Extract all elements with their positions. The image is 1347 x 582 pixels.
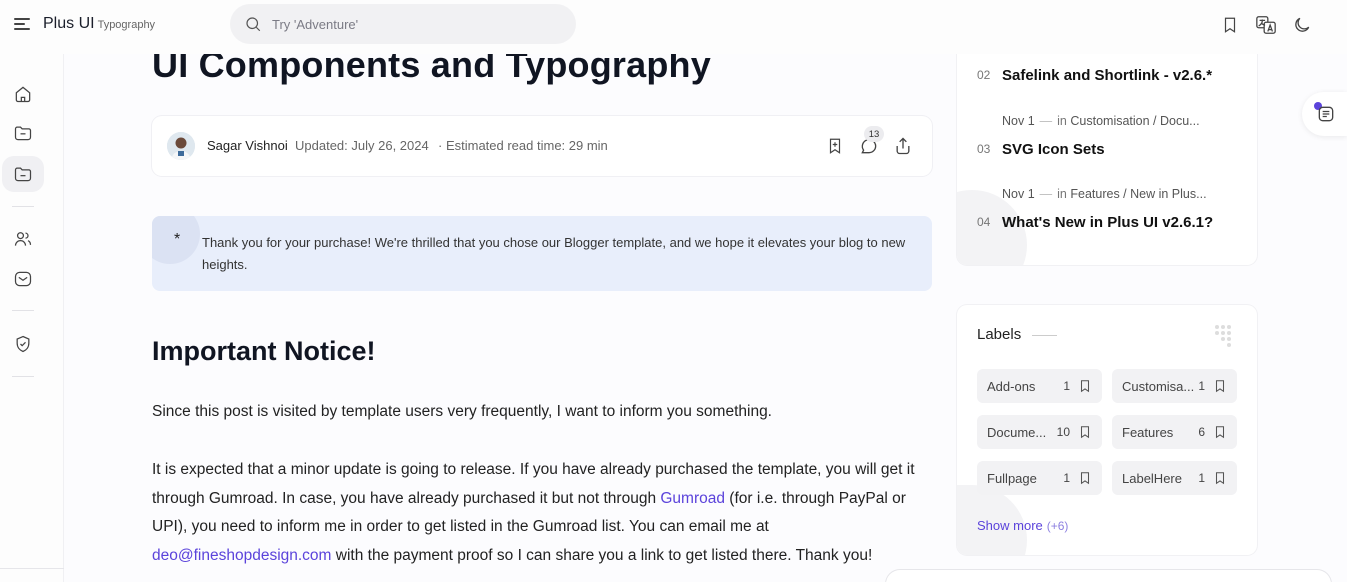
post-number: 03 [977, 142, 991, 156]
header-actions [1219, 14, 1313, 36]
note-text: Thank you for your purchase! We're thril… [202, 235, 906, 272]
post-in: in [1057, 114, 1067, 128]
label-count: 6 [1198, 425, 1205, 439]
bottom-panel [886, 570, 1331, 582]
search-icon [246, 17, 261, 32]
post-category[interactable]: Features / New in Plus... [1070, 187, 1206, 201]
rail-divider [12, 376, 34, 377]
post-number: 04 [977, 215, 991, 229]
bookmark-add-icon[interactable] [823, 134, 847, 158]
section-heading: Important Notice! [152, 336, 376, 366]
label-name: Add-ons [987, 379, 1036, 394]
avatar[interactable] [167, 132, 195, 160]
label-count: 1 [1198, 379, 1205, 393]
post-meta: Nov 1— in Customisation / Docu... [1002, 114, 1200, 128]
label-chip[interactable]: Features 6 [1112, 415, 1237, 449]
label-chip[interactable]: Fullpage 1 [977, 461, 1102, 495]
label-chip[interactable]: Docume... 10 [977, 415, 1102, 449]
show-more-label: Show more [977, 518, 1043, 533]
author-name[interactable]: Sagar Vishnoi [207, 138, 288, 153]
label-name: LabelHere [1122, 471, 1182, 486]
folder-icon[interactable] [2, 115, 44, 151]
label-count: 1 [1063, 379, 1070, 393]
rail-divider [12, 206, 34, 207]
brand-name[interactable]: Plus UI [43, 15, 95, 32]
translate-icon[interactable] [1255, 14, 1277, 36]
bookmark-icon [1215, 380, 1225, 393]
dark-mode-icon[interactable] [1291, 14, 1313, 36]
label-name: Docume... [987, 425, 1047, 440]
label-chip[interactable]: LabelHere 1 [1112, 461, 1237, 495]
popular-posts-card: 02 Safelink and Shortlink - v2.6.* Nov 1… [957, 40, 1257, 265]
site-brand[interactable]: Plus UI Typography [43, 15, 155, 33]
paragraph-text: with the payment proof so I can share yo… [331, 546, 873, 564]
labels-card: Labels Add-ons 1 Customisa... 1 Docume..… [957, 305, 1257, 555]
post-date: Nov 1 [1002, 187, 1035, 201]
post-link[interactable]: SVG Icon Sets [1002, 141, 1105, 158]
label-count: 10 [1056, 425, 1070, 439]
paragraph: Since this post is visited by template u… [152, 403, 772, 420]
bookmark-icon [1215, 426, 1225, 439]
post-in: in [1057, 187, 1067, 201]
dots-decoration-icon [1215, 325, 1237, 347]
label-name: Features [1122, 425, 1174, 440]
post-link[interactable]: What's New in Plus UI v2.6.1? [1002, 214, 1213, 231]
email-link[interactable]: deo@fineshopdesign.com [152, 547, 331, 564]
home-icon[interactable] [2, 76, 44, 112]
read-time: · Estimated read time: 29 min [438, 138, 608, 153]
toc-button[interactable] [1302, 92, 1347, 136]
bookmark-icon [1080, 380, 1090, 393]
paragraph: It is expected that a minor update is go… [152, 456, 932, 570]
post-date: Nov 1 [1002, 114, 1035, 128]
show-more-count: (+6) [1046, 519, 1069, 533]
post-meta-card: Sagar Vishnoi Updated: July 26, 2024 · E… [152, 116, 932, 176]
post-number: 02 [977, 68, 991, 82]
label-chip[interactable]: Add-ons 1 [977, 369, 1102, 403]
title-line [1032, 335, 1057, 336]
brand-subtitle: Typography [97, 19, 156, 31]
label-count: 1 [1063, 471, 1070, 485]
updated-date: Updated: July 26, 2024 [295, 138, 429, 153]
left-nav-rail [0, 54, 64, 582]
share-icon[interactable] [891, 134, 915, 158]
menu-icon[interactable] [14, 16, 34, 32]
label-name: Fullpage [987, 471, 1037, 486]
thank-you-note: * Thank you for your purchase! We're thr… [152, 216, 932, 291]
users-icon[interactable] [2, 221, 44, 257]
label-chip[interactable]: Customisa... 1 [1112, 369, 1237, 403]
post-meta: Nov 1— in Features / New in Plus... [1002, 187, 1207, 201]
bookmark-icon[interactable] [1219, 14, 1241, 36]
note-symbol: * [174, 231, 181, 248]
rail-divider [12, 310, 34, 311]
mail-icon[interactable] [2, 261, 44, 297]
gumroad-link[interactable]: Gumroad [660, 490, 725, 507]
label-name: Customisa... [1122, 379, 1195, 394]
rail-bottom-divider [0, 568, 64, 569]
bookmark-icon [1215, 472, 1225, 485]
search-bar[interactable] [230, 4, 576, 44]
search-input[interactable] [272, 16, 552, 32]
post-category[interactable]: Customisation / Docu... [1070, 114, 1199, 128]
bookmark-icon [1080, 426, 1090, 439]
shield-icon[interactable] [2, 326, 44, 362]
post-link[interactable]: Safelink and Shortlink - v2.6.* [1002, 67, 1212, 84]
bookmark-icon [1080, 472, 1090, 485]
folder-open-icon[interactable] [2, 156, 44, 192]
comment-count-badge: 13 [864, 126, 884, 142]
label-count: 1 [1198, 471, 1205, 485]
top-header: Plus UI Typography [0, 0, 1347, 54]
show-more-button[interactable]: Show more (+6) [977, 518, 1068, 533]
labels-title: Labels [977, 326, 1022, 343]
list-icon [1318, 106, 1334, 122]
